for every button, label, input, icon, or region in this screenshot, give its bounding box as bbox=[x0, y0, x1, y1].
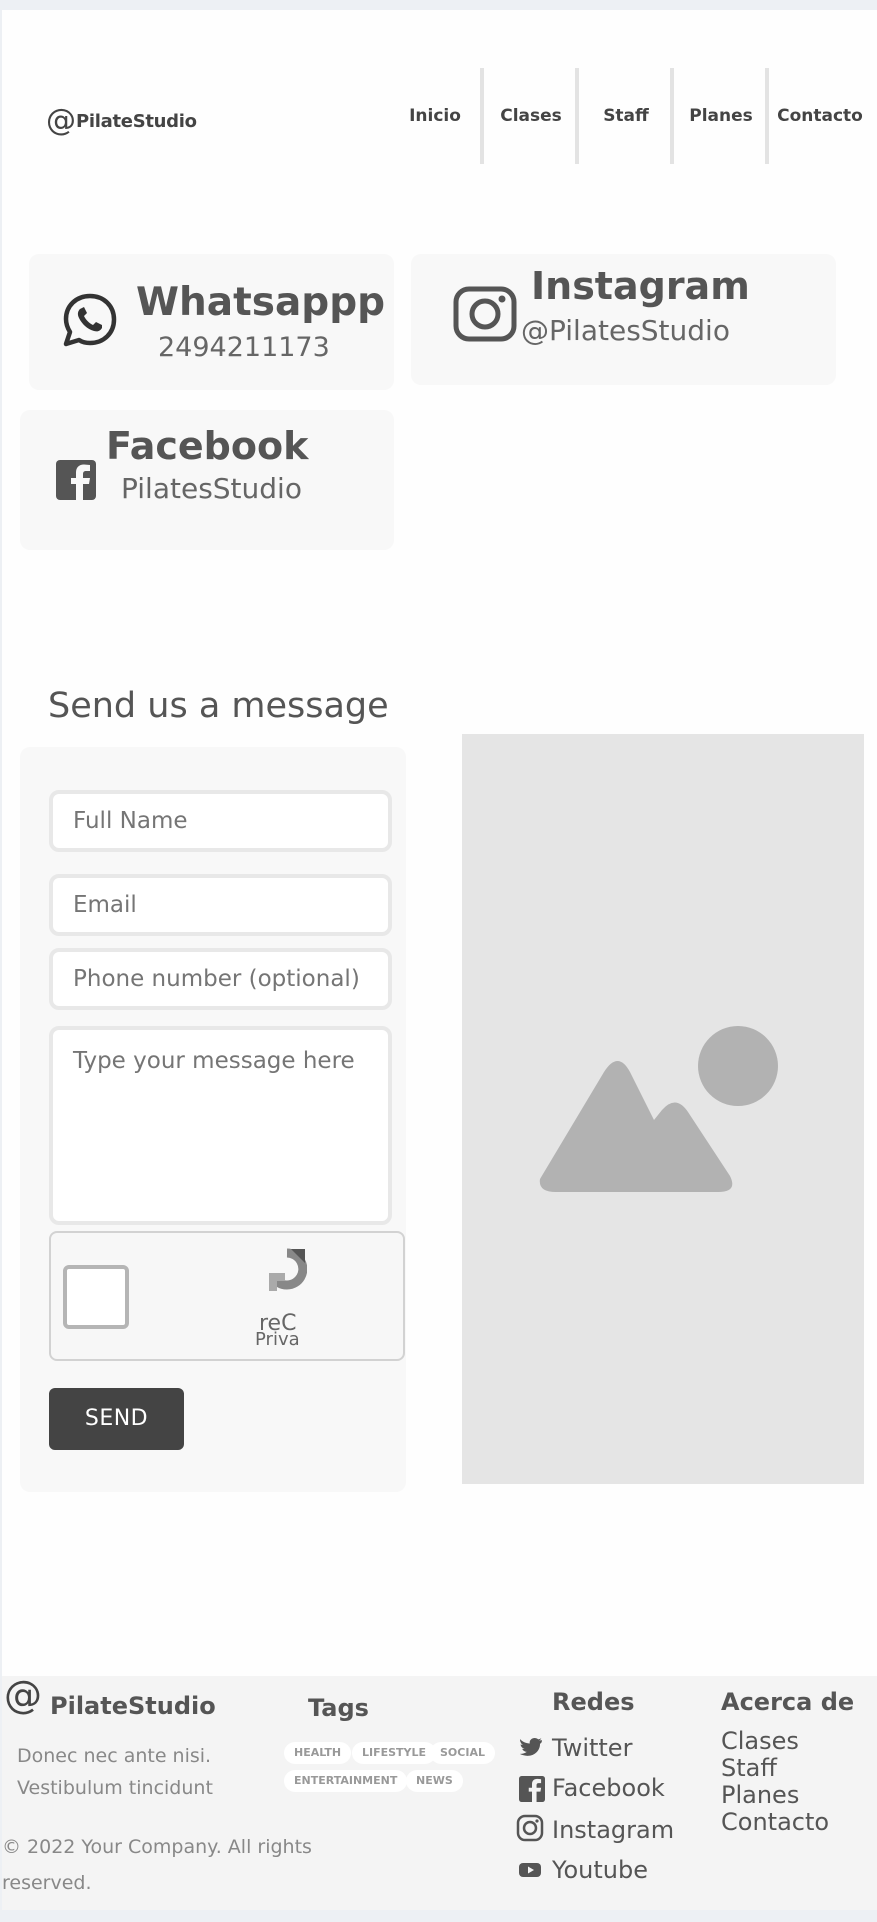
recaptcha-widget: reC Priva bbox=[49, 1231, 405, 1361]
whatsapp-number: 2494211173 bbox=[158, 332, 330, 363]
nav-item-inicio[interactable]: Inicio bbox=[400, 68, 470, 164]
acerca-link-clases[interactable]: Clases bbox=[721, 1728, 799, 1755]
tag-social[interactable]: SOCIAL bbox=[430, 1742, 495, 1764]
instagram-card[interactable]: Instagram @PilatesStudio bbox=[411, 254, 836, 385]
footer-copyright: © 2022 Your Company. All rights reserved… bbox=[2, 1836, 312, 1894]
acerca-link-planes[interactable]: Planes bbox=[721, 1782, 799, 1809]
instagram-icon bbox=[453, 286, 517, 342]
tag-health[interactable]: HEALTH bbox=[284, 1742, 352, 1764]
full-name-input[interactable] bbox=[49, 790, 392, 852]
facebook-name: PilatesStudio bbox=[121, 472, 302, 505]
tag-entertainment[interactable]: ENTERTAINMENT bbox=[284, 1770, 408, 1792]
footer-acerca-heading: Acerca de bbox=[721, 1688, 855, 1716]
whatsapp-card[interactable]: Whatsappp 2494211173 bbox=[29, 254, 394, 390]
facebook-icon bbox=[56, 460, 96, 500]
whatsapp-title: Whatsappp bbox=[136, 280, 386, 325]
nav-divider bbox=[765, 68, 769, 164]
message-textarea[interactable] bbox=[49, 1026, 392, 1225]
instagram-icon bbox=[516, 1814, 544, 1842]
acerca-link-staff[interactable]: Staff bbox=[721, 1755, 777, 1782]
nav-item-staff[interactable]: Staff bbox=[587, 68, 665, 164]
nav-divider bbox=[670, 68, 674, 164]
tag-news[interactable]: NEWS bbox=[406, 1770, 463, 1792]
footer-redes-heading: Redes bbox=[552, 1688, 635, 1716]
recaptcha-logo-icon bbox=[269, 1248, 307, 1291]
footer-logo-at-icon: @ bbox=[4, 1673, 42, 1717]
email-input[interactable] bbox=[49, 874, 392, 936]
send-button[interactable]: SEND bbox=[49, 1388, 184, 1450]
whatsapp-icon bbox=[63, 293, 117, 347]
recaptcha-privacy[interactable]: Priva bbox=[255, 1329, 300, 1350]
footer: @ PilateStudio Donec nec ante nisi. Vest… bbox=[2, 1676, 877, 1910]
facebook-icon bbox=[519, 1776, 545, 1802]
nav-divider bbox=[480, 68, 484, 164]
facebook-card[interactable]: Facebook PilatesStudio bbox=[20, 410, 394, 550]
footer-logo-text: PilateStudio bbox=[50, 1692, 216, 1720]
phone-input[interactable] bbox=[49, 948, 392, 1010]
nav-item-clases[interactable]: Clases bbox=[492, 68, 570, 164]
nav-item-contacto[interactable]: Contacto bbox=[770, 68, 870, 164]
form-title: Send us a message bbox=[48, 686, 389, 726]
youtube-icon bbox=[519, 1863, 541, 1877]
tag-lifestyle[interactable]: LIFESTYLE bbox=[352, 1742, 437, 1764]
main-nav: Inicio Clases Staff Planes Contacto bbox=[2, 68, 877, 174]
nav-item-planes[interactable]: Planes bbox=[682, 68, 760, 164]
twitter-icon bbox=[520, 1738, 542, 1756]
instagram-title: Instagram bbox=[531, 264, 750, 308]
footer-description: Donec nec ante nisi. Vestibulum tincidun… bbox=[17, 1745, 213, 1799]
page: @ PilateStudio Inicio Clases Staff Plane… bbox=[2, 10, 877, 1910]
facebook-title: Facebook bbox=[106, 424, 309, 468]
nav-divider bbox=[575, 68, 579, 164]
instagram-handle: @PilatesStudio bbox=[521, 314, 730, 347]
recaptcha-checkbox[interactable] bbox=[63, 1265, 129, 1329]
acerca-link-contacto[interactable]: Contacto bbox=[721, 1809, 829, 1836]
image-placeholder bbox=[462, 734, 864, 1484]
image-placeholder-icon bbox=[539, 1026, 778, 1192]
footer-tags-heading: Tags bbox=[308, 1694, 369, 1722]
contact-form: reC Priva SEND bbox=[20, 747, 406, 1492]
